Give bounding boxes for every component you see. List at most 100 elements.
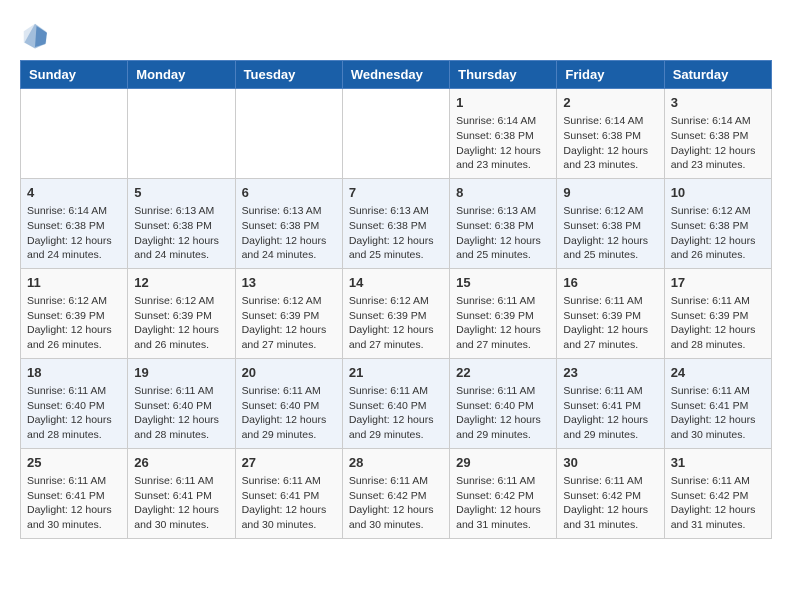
day-number: 17 (671, 274, 765, 292)
day-number: 7 (349, 184, 443, 202)
calendar-week-1: 1Sunrise: 6:14 AMSunset: 6:38 PMDaylight… (21, 89, 772, 179)
calendar-cell: 18Sunrise: 6:11 AMSunset: 6:40 PMDayligh… (21, 358, 128, 448)
day-info: Daylight: 12 hours and 24 minutes. (242, 234, 336, 263)
day-info: Sunset: 6:40 PM (456, 399, 550, 414)
day-info: Sunset: 6:41 PM (242, 489, 336, 504)
calendar-cell: 24Sunrise: 6:11 AMSunset: 6:41 PMDayligh… (664, 358, 771, 448)
day-header-wednesday: Wednesday (342, 61, 449, 89)
calendar-cell: 12Sunrise: 6:12 AMSunset: 6:39 PMDayligh… (128, 268, 235, 358)
day-info: Sunset: 6:42 PM (349, 489, 443, 504)
day-header-friday: Friday (557, 61, 664, 89)
day-info: Daylight: 12 hours and 29 minutes. (456, 413, 550, 442)
calendar-cell: 22Sunrise: 6:11 AMSunset: 6:40 PMDayligh… (450, 358, 557, 448)
day-info: Sunset: 6:39 PM (563, 309, 657, 324)
day-number: 28 (349, 454, 443, 472)
calendar-cell: 10Sunrise: 6:12 AMSunset: 6:38 PMDayligh… (664, 178, 771, 268)
day-number: 19 (134, 364, 228, 382)
day-number: 22 (456, 364, 550, 382)
calendar-cell: 15Sunrise: 6:11 AMSunset: 6:39 PMDayligh… (450, 268, 557, 358)
day-info: Sunset: 6:41 PM (134, 489, 228, 504)
calendar-cell: 8 Sunrise: 6:13 AMSunset: 6:38 PMDaylight… (450, 178, 557, 268)
calendar-cell: 5Sunrise: 6:13 AMSunset: 6:38 PMDaylight… (128, 178, 235, 268)
day-number: 26 (134, 454, 228, 472)
day-info: Sunrise: 6:11 AM (242, 474, 336, 489)
day-info: Daylight: 12 hours and 28 minutes. (27, 413, 121, 442)
day-info: Daylight: 12 hours and 25 minutes. (349, 234, 443, 263)
day-info: Sunset: 6:41 PM (27, 489, 121, 504)
logo-icon (20, 20, 50, 50)
day-info: Sunset: 6:39 PM (134, 309, 228, 324)
day-info: Sunset: 6:38 PM (134, 219, 228, 234)
day-info: Daylight: 12 hours and 31 minutes. (563, 503, 657, 532)
day-number: 14 (349, 274, 443, 292)
day-info: Daylight: 12 hours and 24 minutes. (27, 234, 121, 263)
day-info: Sunrise: 6:13 AM (456, 204, 550, 219)
day-info: Sunrise: 6:11 AM (563, 474, 657, 489)
day-info: Daylight: 12 hours and 28 minutes. (134, 413, 228, 442)
day-number: 12 (134, 274, 228, 292)
day-info: Sunset: 6:38 PM (456, 219, 550, 234)
page-header (20, 20, 772, 50)
day-header-saturday: Saturday (664, 61, 771, 89)
day-info: Sunrise: 6:13 AM (242, 204, 336, 219)
day-info: Sunrise: 6:14 AM (563, 114, 657, 129)
calendar-cell: 27Sunrise: 6:11 AMSunset: 6:41 PMDayligh… (235, 448, 342, 538)
calendar-cell: 29Sunrise: 6:11 AMSunset: 6:42 PMDayligh… (450, 448, 557, 538)
day-info: Sunrise: 6:11 AM (456, 294, 550, 309)
day-info: Sunset: 6:38 PM (349, 219, 443, 234)
day-number: 15 (456, 274, 550, 292)
day-number: 23 (563, 364, 657, 382)
calendar-cell: 2Sunrise: 6:14 AMSunset: 6:38 PMDaylight… (557, 89, 664, 179)
day-info: Daylight: 12 hours and 23 minutes. (563, 144, 657, 173)
day-info: Sunset: 6:40 PM (27, 399, 121, 414)
day-info: Sunset: 6:40 PM (349, 399, 443, 414)
day-number: 25 (27, 454, 121, 472)
day-info: Sunrise: 6:14 AM (27, 204, 121, 219)
day-info: Sunset: 6:38 PM (27, 219, 121, 234)
calendar-cell: 21Sunrise: 6:11 AMSunset: 6:40 PMDayligh… (342, 358, 449, 448)
day-info: Daylight: 12 hours and 29 minutes. (242, 413, 336, 442)
calendar-header-row: SundayMondayTuesdayWednesdayThursdayFrid… (21, 61, 772, 89)
day-header-thursday: Thursday (450, 61, 557, 89)
day-header-tuesday: Tuesday (235, 61, 342, 89)
day-info: Sunset: 6:40 PM (134, 399, 228, 414)
day-number: 6 (242, 184, 336, 202)
day-number: 8 (456, 184, 550, 202)
day-info: Daylight: 12 hours and 27 minutes. (242, 323, 336, 352)
calendar-week-4: 18Sunrise: 6:11 AMSunset: 6:40 PMDayligh… (21, 358, 772, 448)
calendar-cell: 3Sunrise: 6:14 AMSunset: 6:38 PMDaylight… (664, 89, 771, 179)
day-header-sunday: Sunday (21, 61, 128, 89)
day-info: Sunrise: 6:11 AM (134, 384, 228, 399)
day-number: 5 (134, 184, 228, 202)
day-info: Daylight: 12 hours and 25 minutes. (563, 234, 657, 263)
calendar-cell: 4Sunrise: 6:14 AMSunset: 6:38 PMDaylight… (21, 178, 128, 268)
day-info: Daylight: 12 hours and 26 minutes. (671, 234, 765, 263)
day-number: 31 (671, 454, 765, 472)
day-info: Daylight: 12 hours and 29 minutes. (349, 413, 443, 442)
day-info: Daylight: 12 hours and 30 minutes. (349, 503, 443, 532)
day-info: Daylight: 12 hours and 25 minutes. (456, 234, 550, 263)
day-info: Daylight: 12 hours and 30 minutes. (671, 413, 765, 442)
day-info: Sunrise: 6:11 AM (349, 384, 443, 399)
calendar-week-2: 4Sunrise: 6:14 AMSunset: 6:38 PMDaylight… (21, 178, 772, 268)
day-info: Daylight: 12 hours and 30 minutes. (134, 503, 228, 532)
calendar-cell: 13Sunrise: 6:12 AMSunset: 6:39 PMDayligh… (235, 268, 342, 358)
day-info: Sunrise: 6:12 AM (671, 204, 765, 219)
day-info: Sunset: 6:38 PM (563, 129, 657, 144)
day-info: Sunset: 6:39 PM (27, 309, 121, 324)
calendar-cell: 26Sunrise: 6:11 AMSunset: 6:41 PMDayligh… (128, 448, 235, 538)
day-info: Sunset: 6:38 PM (242, 219, 336, 234)
day-info: Sunrise: 6:13 AM (134, 204, 228, 219)
calendar-cell (342, 89, 449, 179)
day-info: Sunset: 6:40 PM (242, 399, 336, 414)
day-number: 20 (242, 364, 336, 382)
day-info: Daylight: 12 hours and 28 minutes. (671, 323, 765, 352)
day-number: 30 (563, 454, 657, 472)
day-info: Daylight: 12 hours and 23 minutes. (671, 144, 765, 173)
day-info: Sunset: 6:42 PM (563, 489, 657, 504)
calendar-cell: 9Sunrise: 6:12 AMSunset: 6:38 PMDaylight… (557, 178, 664, 268)
day-info: Sunrise: 6:11 AM (456, 474, 550, 489)
calendar-cell: 7Sunrise: 6:13 AMSunset: 6:38 PMDaylight… (342, 178, 449, 268)
day-info: Sunset: 6:39 PM (456, 309, 550, 324)
day-info: Sunrise: 6:11 AM (27, 474, 121, 489)
